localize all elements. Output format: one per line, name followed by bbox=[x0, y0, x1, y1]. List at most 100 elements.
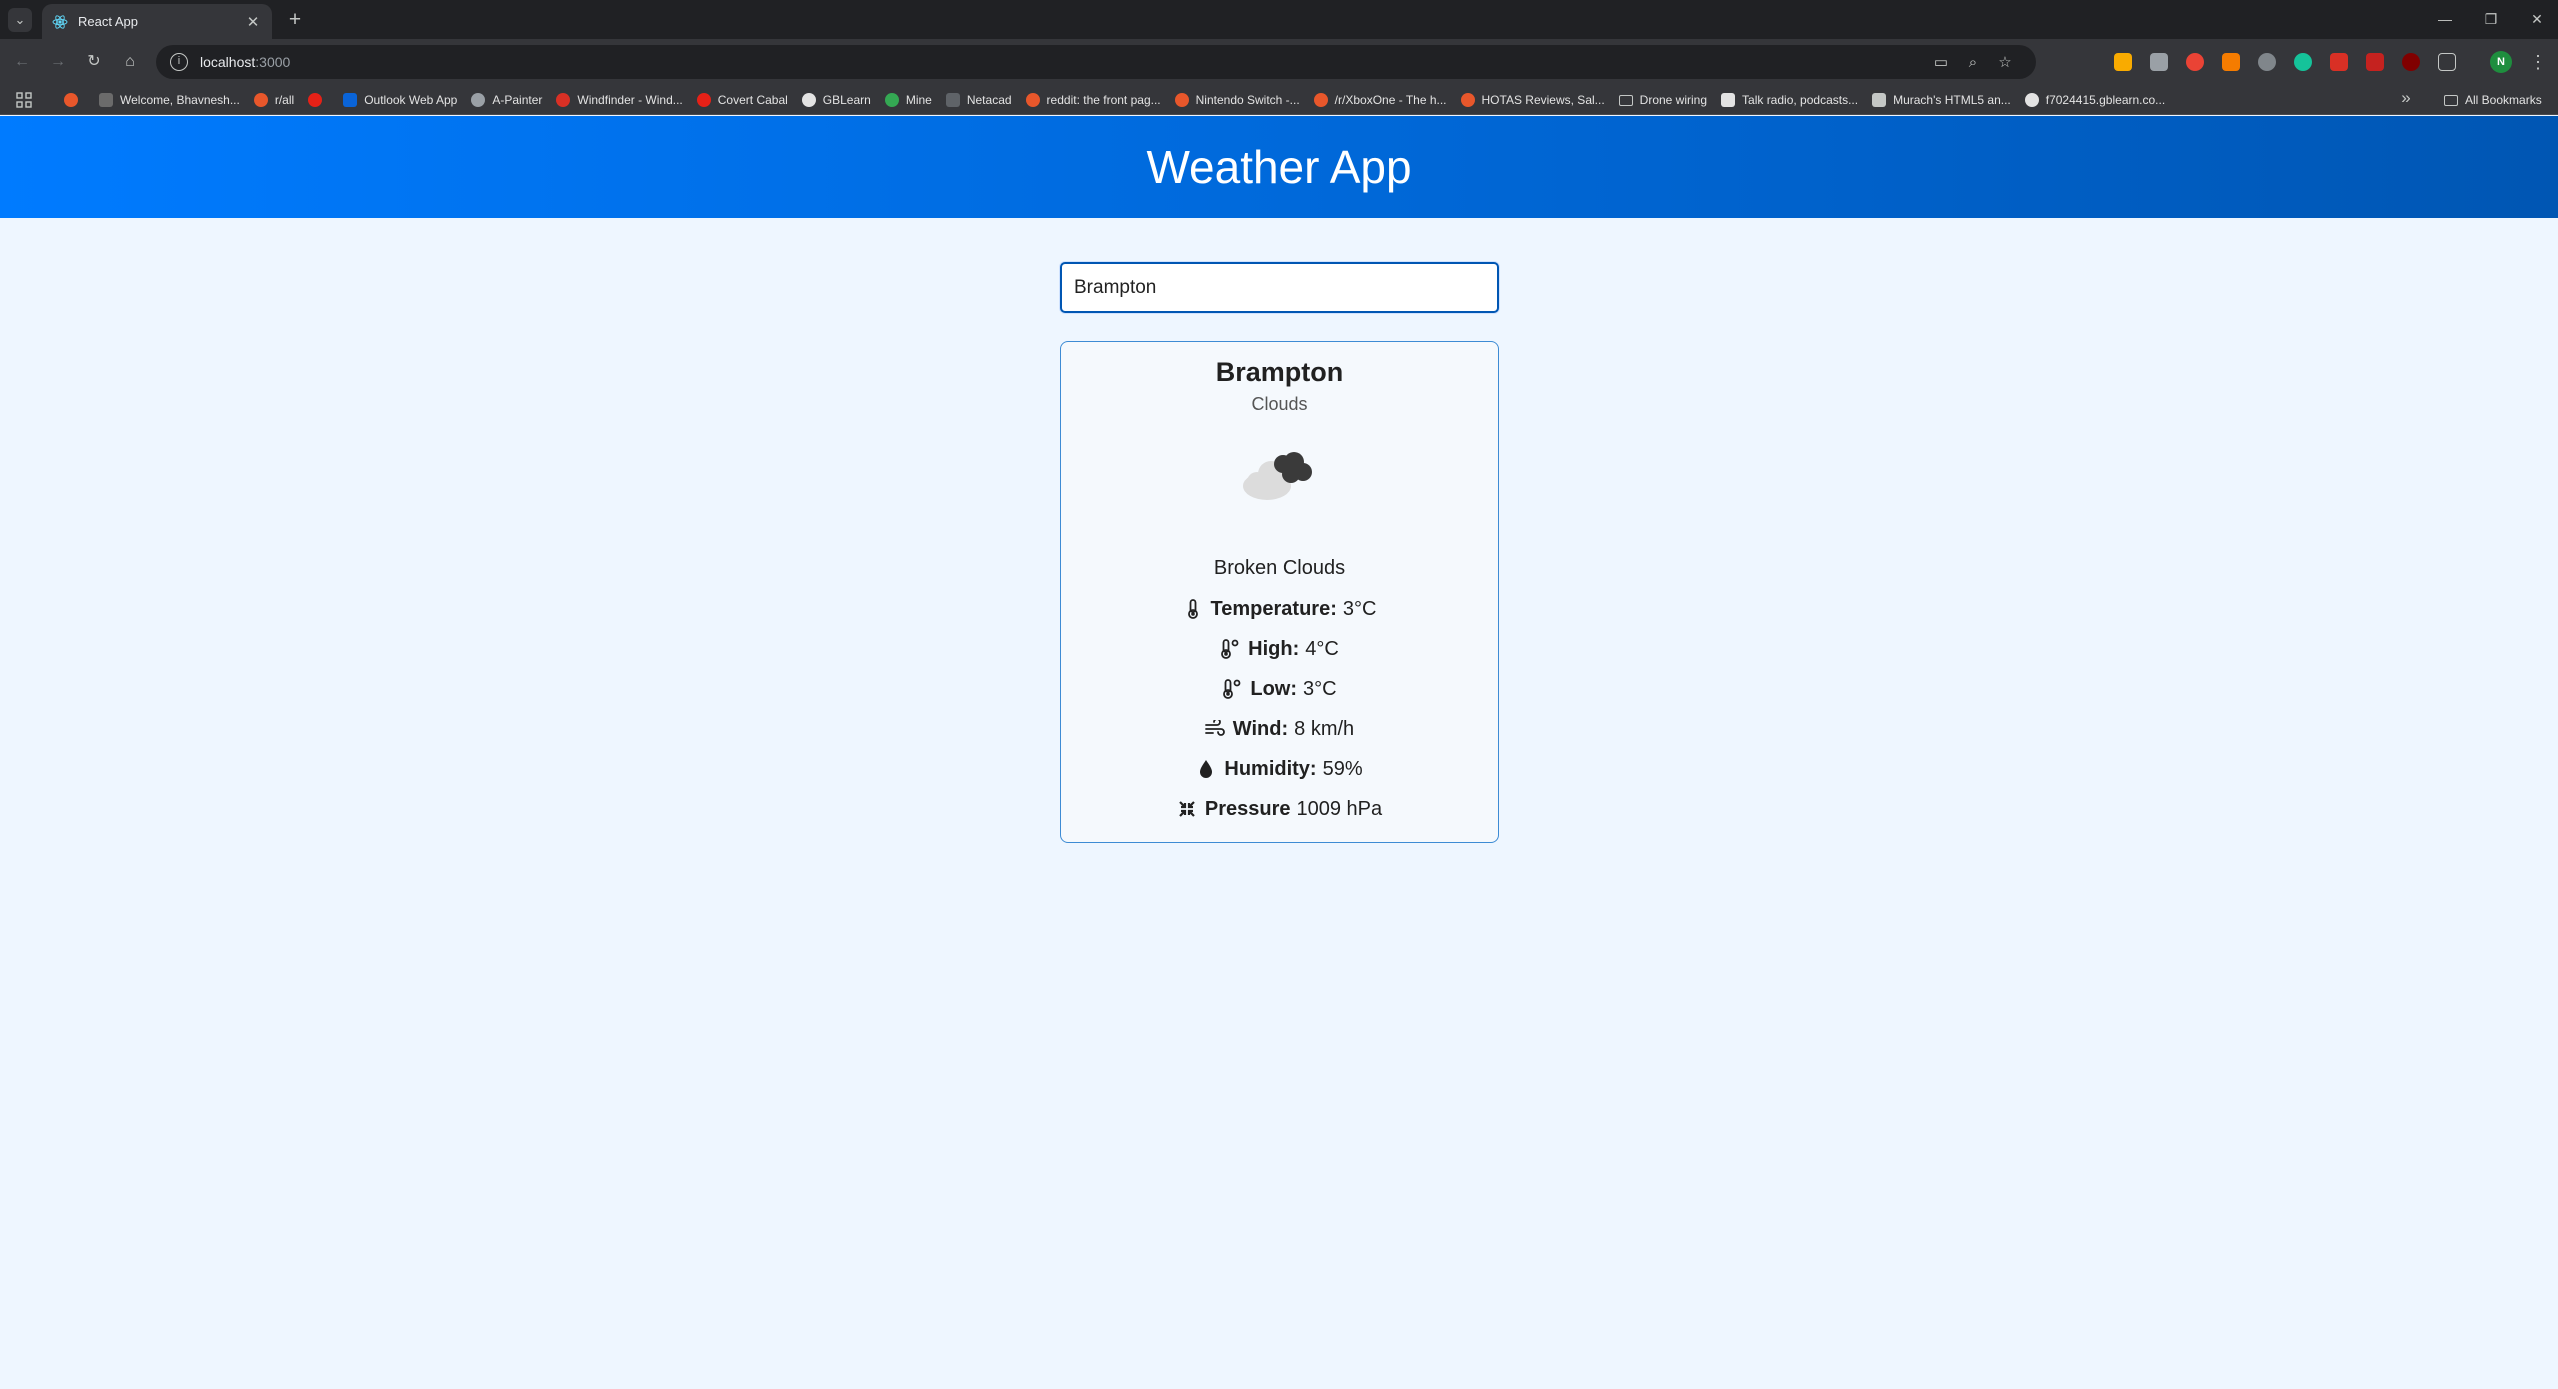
bookmark-label: Mine bbox=[905, 93, 932, 107]
bookmarks-overflow-icon[interactable]: » bbox=[2396, 88, 2416, 108]
bookmark-label: GBLearn bbox=[822, 93, 871, 107]
stat-label: Temperature: bbox=[1210, 597, 1337, 620]
all-bookmarks-button[interactable]: All Bookmarks bbox=[2444, 85, 2542, 115]
folder-icon bbox=[2444, 94, 2458, 106]
extension-youtube-icon[interactable] bbox=[2366, 53, 2384, 71]
browser-toolbar: ← → ↻ ⌂ i localhost:3000 ☆ ⌕ ▭ N ⋮ bbox=[0, 39, 2558, 85]
home-icon[interactable]: ⌂ bbox=[118, 50, 142, 74]
grammarly-icon[interactable] bbox=[2294, 53, 2312, 71]
bookmark-item[interactable]: Murach's HTML5 an... bbox=[1866, 88, 2019, 112]
stat-value: 8 km/h bbox=[1294, 717, 1355, 740]
bookmark-label: /r/XboxOne - The h... bbox=[1334, 93, 1447, 107]
weather-card: Brampton Clouds Broken Clouds Temperatur… bbox=[1060, 341, 1499, 843]
tab-title: React App bbox=[78, 14, 138, 29]
bookmark-item[interactable] bbox=[58, 88, 93, 112]
bookmark-item[interactable]: /r/XboxOne - The h... bbox=[1308, 88, 1455, 112]
page-title: Weather App bbox=[1146, 141, 1412, 193]
forward-arrow-icon[interactable]: → bbox=[46, 50, 70, 74]
url-host: localhost bbox=[200, 54, 256, 70]
bookmark-item[interactable]: Welcome, Bhavnesh... bbox=[93, 88, 248, 112]
stat-humidity: Humidity: 59% bbox=[1061, 755, 1498, 783]
new-tab-plus-icon[interactable]: + bbox=[282, 7, 308, 33]
extension-red-icon[interactable] bbox=[2186, 53, 2204, 71]
stat-label: High: bbox=[1248, 637, 1300, 660]
tab-search-chevron-icon[interactable]: ⌄ bbox=[8, 8, 32, 32]
apps-grid-icon[interactable] bbox=[16, 92, 32, 108]
weather-condition: Clouds bbox=[1251, 394, 1308, 414]
bookmark-list: Welcome, Bhavnesh... r/all Outlook Web App… bbox=[58, 85, 2173, 115]
bookmark-favicon-icon bbox=[1721, 93, 1736, 107]
thermometer-icon bbox=[1183, 599, 1203, 619]
bookmark-favicon-icon bbox=[253, 93, 268, 107]
close-window-icon[interactable]: ✕ bbox=[2522, 6, 2552, 32]
stat-value: 3°C bbox=[1303, 677, 1337, 700]
bookmark-favicon-icon bbox=[308, 93, 323, 107]
bookmark-favicon-icon bbox=[1025, 93, 1040, 107]
weather-description: Broken Clouds bbox=[1213, 557, 1346, 579]
stat-value: 59% bbox=[1322, 757, 1363, 780]
bookmark-item[interactable] bbox=[302, 88, 337, 112]
back-arrow-icon[interactable]: ← bbox=[10, 50, 34, 74]
stat-pressure: Pressure 1009 hPa bbox=[1061, 795, 1498, 823]
bookmark-item[interactable]: reddit: the front pag... bbox=[1020, 88, 1169, 112]
address-bar[interactable]: i localhost:3000 ☆ ⌕ ▭ bbox=[156, 45, 2036, 79]
extension-circle-icon[interactable] bbox=[2258, 53, 2276, 71]
bookmark-item[interactable]: Netacad bbox=[940, 88, 1020, 112]
profile-avatar[interactable]: N bbox=[2490, 51, 2512, 73]
ublock-icon[interactable] bbox=[2402, 53, 2420, 71]
extensions-puzzle-icon[interactable] bbox=[2438, 53, 2456, 71]
bookmark-star-icon[interactable]: ☆ bbox=[1996, 54, 2014, 72]
bookmark-item[interactable]: GBLearn bbox=[796, 88, 879, 112]
stat-label: Pressure bbox=[1204, 797, 1291, 820]
minimize-window-icon[interactable]: — bbox=[2430, 6, 2460, 32]
stat-temperature: Temperature: 3°C bbox=[1061, 595, 1498, 623]
bookmark-item[interactable]: Mine bbox=[879, 88, 940, 112]
bookmark-item[interactable]: A-Painter bbox=[465, 88, 550, 112]
bookmark-label: Outlook Web App bbox=[364, 93, 458, 107]
bookmark-favicon-icon bbox=[1872, 93, 1887, 107]
browser-menu-icon[interactable]: ⋮ bbox=[2526, 50, 2550, 74]
bookmark-label: A-Painter bbox=[492, 93, 543, 107]
stat-value: 4°C bbox=[1305, 637, 1339, 660]
humidity-drop-icon bbox=[1196, 759, 1216, 779]
bookmark-item[interactable]: HOTAS Reviews, Sal... bbox=[1455, 88, 1613, 112]
bookmark-favicon-icon bbox=[343, 93, 358, 107]
url-port: :3000 bbox=[255, 54, 291, 70]
tab-close-icon[interactable]: ✕ bbox=[244, 13, 262, 31]
bookmark-label: Drone wiring bbox=[1639, 93, 1708, 107]
cast-screen-icon[interactable]: ▭ bbox=[1932, 54, 1950, 72]
wind-icon bbox=[1204, 719, 1225, 739]
bookmark-favicon-icon bbox=[1313, 93, 1328, 107]
extension-tp-icon[interactable] bbox=[2330, 53, 2348, 71]
bookmark-item[interactable]: Windfinder - Wind... bbox=[550, 88, 690, 112]
bookmark-item[interactable]: Drone wiring bbox=[1613, 88, 1715, 112]
bookmark-favicon-icon bbox=[801, 93, 816, 107]
zoom-icon[interactable]: ⌕ bbox=[1964, 54, 1982, 72]
bookmark-label: Talk radio, podcasts... bbox=[1742, 93, 1859, 107]
pressure-compress-icon bbox=[1177, 799, 1197, 819]
extension-fox-icon[interactable] bbox=[2222, 53, 2240, 71]
stat-label: Low: bbox=[1250, 677, 1298, 700]
bookmark-label: Murach's HTML5 an... bbox=[1893, 93, 2011, 107]
bookmark-item[interactable]: Outlook Web App bbox=[337, 88, 465, 112]
broken-clouds-icon bbox=[1243, 452, 1312, 500]
restore-window-icon[interactable]: ❐ bbox=[2476, 6, 2506, 32]
city-search-input[interactable] bbox=[1060, 262, 1499, 313]
bookmark-item[interactable]: f7024415.gblearn.co... bbox=[2019, 88, 2173, 112]
tab-react-app[interactable]: React App ✕ bbox=[42, 4, 272, 39]
app-header: Weather App bbox=[0, 116, 2558, 218]
bookmark-favicon-icon bbox=[471, 93, 486, 107]
folder-icon bbox=[1618, 94, 1633, 106]
bookmark-item[interactable]: Talk radio, podcasts... bbox=[1715, 88, 1866, 112]
extension-k-icon[interactable] bbox=[2150, 53, 2168, 71]
bookmark-label: Windfinder - Wind... bbox=[577, 93, 683, 107]
reload-icon[interactable]: ↻ bbox=[82, 50, 106, 74]
city-name: Brampton bbox=[1215, 357, 1344, 387]
bookmark-item[interactable]: Covert Cabal bbox=[691, 88, 796, 112]
bookmark-item[interactable]: r/all bbox=[248, 88, 302, 112]
site-info-icon[interactable]: i bbox=[170, 53, 188, 71]
thermometer-low-icon bbox=[1222, 679, 1242, 699]
extension-notes-icon[interactable] bbox=[2114, 53, 2132, 71]
bookmark-label: reddit: the front pag... bbox=[1046, 93, 1161, 107]
bookmark-item[interactable]: Nintendo Switch -... bbox=[1169, 88, 1308, 112]
